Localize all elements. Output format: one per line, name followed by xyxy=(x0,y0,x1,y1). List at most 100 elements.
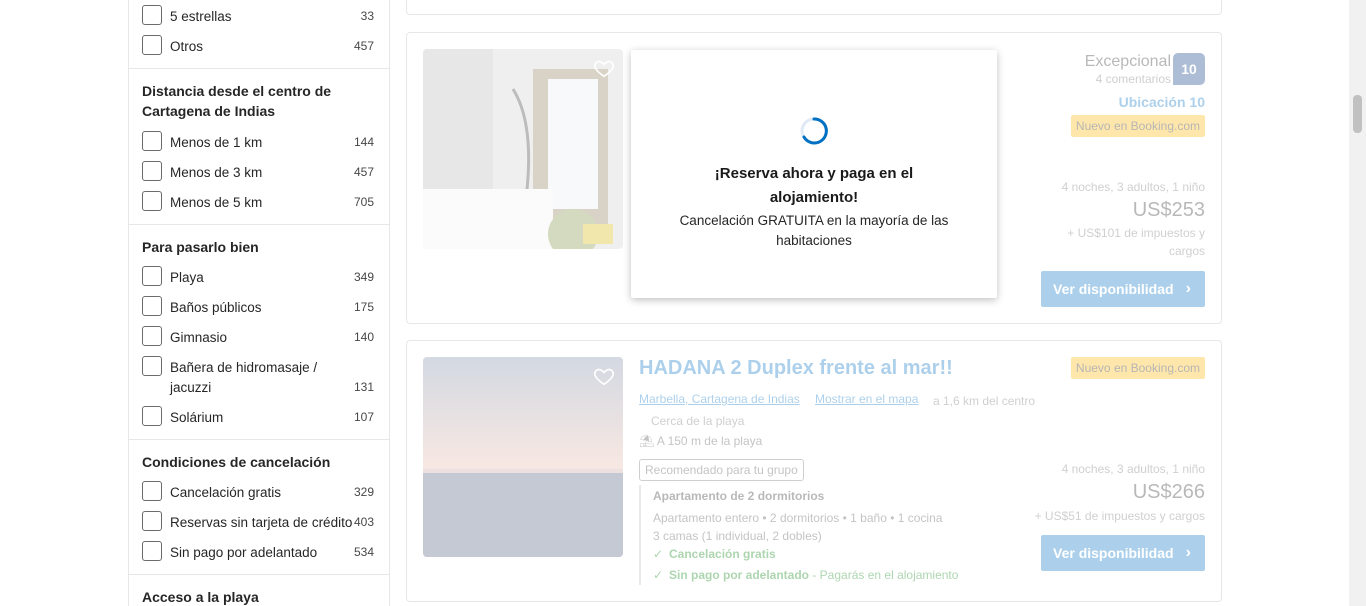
popup-title: ¡Reserva ahora y paga en el alojamiento! xyxy=(651,162,977,210)
section-title-line: Distancia desde el centro de xyxy=(142,83,332,99)
checkbox[interactable] xyxy=(142,131,162,151)
chevron-right-icon: › xyxy=(1185,280,1191,297)
checkbox[interactable] xyxy=(142,481,162,501)
checkbox[interactable] xyxy=(142,296,162,316)
filter-label: 5 estrellas xyxy=(170,9,232,24)
pay-at-property-popup: ¡Reserva ahora y paga en el alojamiento!… xyxy=(631,50,997,298)
heart-icon[interactable] xyxy=(593,57,615,79)
filter-count: 457 xyxy=(353,39,374,53)
filter-label: Playa xyxy=(170,270,204,285)
section-title: Distancia desde el centro de Cartagena d… xyxy=(142,81,331,121)
filter-count: 705 xyxy=(353,195,374,209)
filter-count: 144 xyxy=(353,135,374,149)
review-score-word[interactable]: Excepcional xyxy=(1085,53,1171,71)
section-title-line: Cartagena de Indias xyxy=(142,103,276,119)
filter-otros[interactable]: Otros 457 xyxy=(142,35,374,57)
free-cancellation-text: Cancelación gratis xyxy=(669,547,776,561)
beach-icon: ⛱ xyxy=(639,434,655,448)
beach-access-filter-section: Acceso a la playa xyxy=(129,574,389,606)
checkbox[interactable] xyxy=(142,5,162,25)
filter-sin-pago-adelantado[interactable]: Sin pago por adelantado 534 xyxy=(142,541,374,563)
filter-label: Otros xyxy=(170,39,204,54)
filter-label-line: jacuzzi xyxy=(170,380,212,395)
checkbox[interactable] xyxy=(142,541,162,561)
see-availability-button[interactable]: Ver disponibilidad › xyxy=(1041,271,1205,307)
free-cancellation: ✓ Cancelación gratis xyxy=(653,547,776,561)
checkbox[interactable] xyxy=(142,35,162,55)
no-prepayment: ✓ Sin pago por adelantado - Pagarás en el… xyxy=(653,568,958,582)
chevron-right-icon: › xyxy=(1185,544,1191,561)
distance-filter-section: Distancia desde el centro de Cartagena d… xyxy=(129,68,389,224)
bed-info: 3 camas (1 individual, 2 dobles) xyxy=(653,529,822,543)
room-details: Apartamento entero • 2 dormitorios • 1 b… xyxy=(653,511,943,525)
checkmark-icon: ✓ xyxy=(653,568,664,582)
popup-subtitle: Cancelación GRATUITA en la mayoría de la… xyxy=(651,211,977,251)
popup-subtitle-line: habitaciones xyxy=(776,233,852,248)
scrollbar-thumb[interactable] xyxy=(1353,95,1362,133)
show-on-map-link[interactable]: Mostrar en el mapa xyxy=(815,392,918,406)
stars-filter-section: 5 estrellas 33 Otros 457 xyxy=(129,0,389,68)
checkbox[interactable] xyxy=(142,191,162,211)
loading-spinner-icon xyxy=(799,116,829,146)
checkbox[interactable] xyxy=(142,266,162,286)
location-score: Ubicación 10 xyxy=(1118,94,1205,110)
stay-info: 4 noches, 3 adultos, 1 niño xyxy=(1061,462,1205,476)
filter-cancelacion-gratis[interactable]: Cancelación gratis 329 xyxy=(142,481,374,503)
filter-distance-1km[interactable]: Menos de 1 km 144 xyxy=(142,131,374,153)
property-photo[interactable] xyxy=(423,357,623,557)
filter-label: Cancelación gratis xyxy=(170,485,282,500)
heart-icon[interactable] xyxy=(593,365,615,387)
section-title: Para pasarlo bien xyxy=(142,239,259,255)
filter-label: Menos de 1 km xyxy=(170,135,263,150)
filter-label-line: Bañera de hidromasaje / xyxy=(170,360,318,375)
popup-title-line: ¡Reserva ahora y paga en el xyxy=(714,165,914,182)
checkbox[interactable] xyxy=(142,326,162,346)
checkbox[interactable] xyxy=(142,406,162,426)
filter-label: Bañera de hidromasaje / jacuzzi xyxy=(170,358,317,398)
filter-label: Solárium xyxy=(170,410,224,425)
filter-label: Menos de 3 km xyxy=(170,165,263,180)
cancellation-filter-section: Condiciones de cancelación Cancelación g… xyxy=(129,439,389,574)
filter-solarium[interactable]: Solárium 107 xyxy=(142,406,374,428)
filter-jacuzzi[interactable]: Bañera de hidromasaje / jacuzzi 131 xyxy=(142,356,374,398)
previous-property-card xyxy=(406,0,1222,15)
checkbox[interactable] xyxy=(142,511,162,531)
room-title: Apartamento de 2 dormitorios xyxy=(653,489,825,503)
property-photo[interactable] xyxy=(423,49,623,249)
pay-at-property-note: - Pagarás en el alojamiento xyxy=(809,568,959,582)
filter-label: Menos de 5 km xyxy=(170,195,263,210)
filter-count: 457 xyxy=(353,165,374,179)
review-count[interactable]: 4 comentarios xyxy=(1096,72,1171,86)
near-beach-label: Cerca de la playa xyxy=(651,414,745,428)
filter-playa[interactable]: Playa 349 xyxy=(142,266,374,288)
filter-count: 140 xyxy=(353,330,374,344)
beach-distance-text: A 150 m de la playa xyxy=(656,434,763,448)
section-title: Acceso a la playa xyxy=(142,589,259,605)
page-scrollbar[interactable] xyxy=(1349,0,1366,606)
filter-distance-5km[interactable]: Menos de 5 km 705 xyxy=(142,191,374,213)
beach-distance: ⛱ A 150 m de la playa xyxy=(639,434,762,448)
filter-banos-publicos[interactable]: Baños públicos 175 xyxy=(142,296,374,318)
price: US$253 xyxy=(1132,199,1205,221)
see-availability-button[interactable]: Ver disponibilidad › xyxy=(1041,535,1205,571)
taxes-info: + US$51 de impuestos y cargos xyxy=(1034,509,1205,523)
search-results-page: 5 estrellas 33 Otros 457 Distancia desde… xyxy=(0,0,1366,606)
review-score-badge[interactable]: 10 xyxy=(1173,53,1205,85)
filter-count: 131 xyxy=(353,380,374,394)
filter-count: 33 xyxy=(360,9,374,23)
location-link[interactable]: Marbella, Cartagena de Indias xyxy=(639,392,800,406)
taxes-line: + US$101 de impuestos y xyxy=(1067,226,1205,240)
popup-subtitle-line: Cancelación GRATUITA en la mayoría de la… xyxy=(679,213,949,228)
filter-distance-3km[interactable]: Menos de 3 km 457 xyxy=(142,161,374,183)
filter-count: 107 xyxy=(353,410,374,424)
checkbox[interactable] xyxy=(142,161,162,181)
filter-sin-tarjeta[interactable]: Reservas sin tarjeta de crédito 403 xyxy=(142,511,374,533)
price: US$266 xyxy=(1132,481,1205,503)
room-info: Apartamento de 2 dormitorios Apartamento… xyxy=(639,485,999,585)
filter-5-stars[interactable]: 5 estrellas 33 xyxy=(142,5,374,27)
recommended-group-badge: Recomendado para tu grupo xyxy=(639,459,804,481)
filter-gimnasio[interactable]: Gimnasio 140 xyxy=(142,326,374,348)
property-title-link[interactable]: HADANA 2 Duplex frente al mar!! xyxy=(639,357,953,380)
filters-sidebar: 5 estrellas 33 Otros 457 Distancia desde… xyxy=(128,0,390,606)
checkbox[interactable] xyxy=(142,356,162,376)
